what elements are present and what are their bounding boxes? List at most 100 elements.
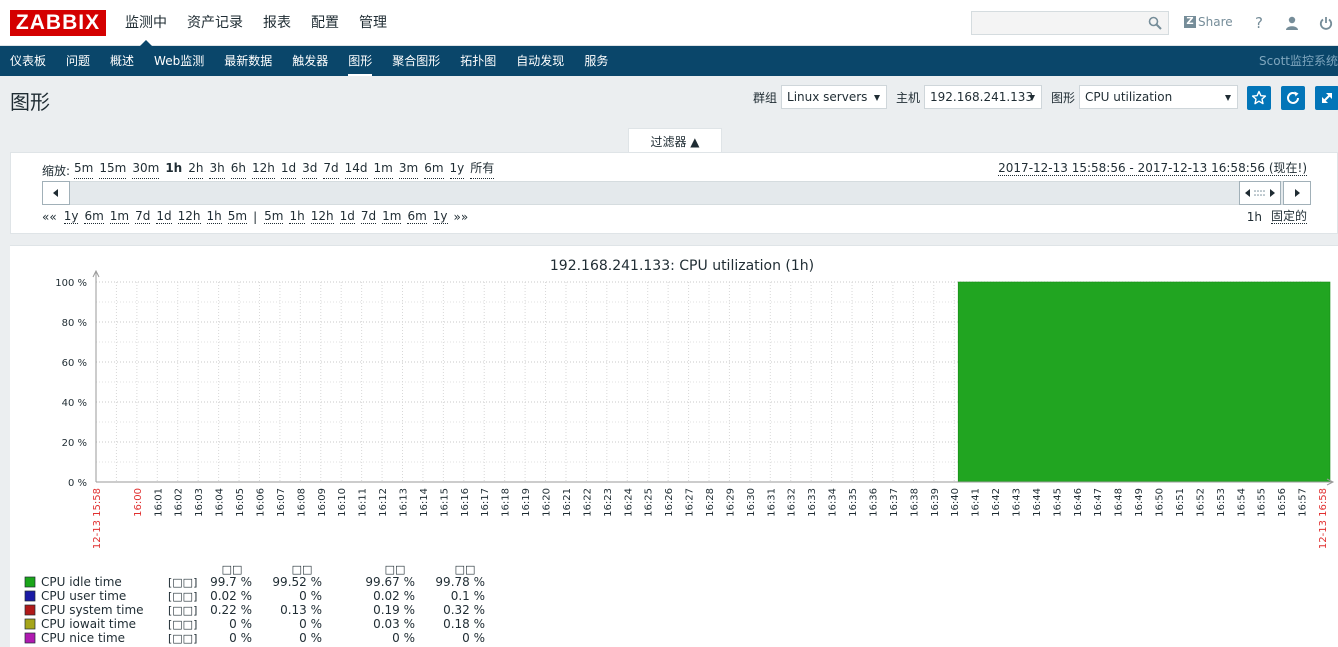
x-tick-label: 16:40	[950, 488, 961, 517]
power-icon[interactable]	[1316, 13, 1336, 33]
search-icon[interactable]	[1148, 16, 1162, 30]
top-nav-item[interactable]: 报表	[253, 0, 301, 46]
sub-nav-item[interactable]: 拓扑图	[450, 46, 506, 76]
group-select[interactable]: Linux servers	[781, 85, 888, 109]
back-link[interactable]: 6m	[84, 210, 104, 224]
sub-nav-item[interactable]: 服务	[574, 46, 618, 76]
legend-value: 0 %	[462, 631, 485, 645]
zoom-option[interactable]: 5m	[74, 162, 94, 179]
graph-select[interactable]: CPU utilization	[1079, 85, 1239, 109]
top-nav-item[interactable]: 管理	[349, 0, 397, 46]
x-tick-label: 12-13 16:58	[1318, 488, 1329, 549]
x-tick-label: 16:57	[1298, 488, 1309, 517]
back-link[interactable]: 1d	[156, 210, 172, 224]
chevron-down-icon	[1225, 95, 1232, 101]
zoom-option[interactable]: 7d	[323, 162, 339, 179]
y-tick-label: 100 %	[55, 278, 87, 289]
forward-arrows: »»	[453, 210, 469, 224]
group-value: Linux servers	[787, 90, 868, 104]
back-link[interactable]: 1h	[206, 210, 222, 224]
group-filter: 群组 Linux servers	[753, 85, 888, 109]
sub-nav-item[interactable]: 概述	[100, 46, 144, 76]
favourite-button[interactable]	[1247, 86, 1271, 110]
zoom-option[interactable]: 1d	[280, 162, 297, 179]
host-select[interactable]: 192.168.241.133	[924, 85, 1043, 109]
x-tick-label: 16:37	[889, 488, 900, 517]
back-link[interactable]: 1m	[109, 210, 130, 224]
forward-link[interactable]: 1m	[382, 210, 402, 224]
forward-link[interactable]: 1d	[339, 210, 355, 224]
zoom-option[interactable]: 3m	[398, 162, 419, 179]
forward-link[interactable]: 7d	[360, 210, 377, 224]
x-tick-label: 16:36	[868, 488, 879, 517]
x-tick-label: 16:32	[787, 488, 798, 517]
timeline-handle[interactable]	[1239, 181, 1281, 205]
share-button[interactable]: Z Share	[1184, 15, 1233, 29]
fullscreen-button[interactable]	[1315, 86, 1338, 110]
search-box	[971, 11, 1169, 35]
search-input[interactable]	[972, 12, 1142, 34]
top-nav-item[interactable]: 资产记录	[177, 0, 253, 46]
sub-nav-item[interactable]: 图形	[338, 46, 382, 76]
x-tick-label: 16:19	[521, 488, 532, 517]
zoom-option[interactable]: 12h	[251, 162, 275, 179]
legend-swatch	[24, 618, 36, 630]
zoom-option[interactable]: 2h	[188, 162, 204, 179]
forward-link[interactable]: 1h	[289, 210, 305, 224]
top-nav-item[interactable]: 监测中	[115, 0, 177, 47]
refresh-button[interactable]	[1281, 86, 1305, 110]
period-range[interactable]: 2017-12-13 15:58:56 - 2017-12-13 16:58:5…	[998, 162, 1307, 176]
sub-nav-item[interactable]: 触发器	[282, 46, 338, 76]
sub-nav-item[interactable]: 问题	[56, 46, 100, 76]
user-icon[interactable]	[1282, 13, 1302, 33]
scroll-right-button[interactable]	[1283, 181, 1311, 205]
filter-tab[interactable]: 过滤器 ▲	[628, 128, 722, 153]
legend-value: 0.13 %	[280, 603, 322, 617]
x-tick-label: 16:10	[337, 488, 348, 517]
zoom-option[interactable]: 6h	[230, 162, 246, 179]
scroll-left-button[interactable]	[42, 181, 70, 205]
legend-bracket: [□□]	[168, 576, 197, 589]
legend-value: 99.7 %	[210, 575, 252, 589]
back-link[interactable]: 5m	[227, 210, 248, 224]
back-link[interactable]: 12h	[177, 210, 201, 224]
x-tick-label: 16:47	[1093, 488, 1104, 517]
sub-nav-item[interactable]: 最新数据	[214, 46, 282, 76]
zoom-option[interactable]: 15m	[99, 162, 127, 179]
legend-value: 0.32 %	[443, 603, 485, 617]
forward-link[interactable]: 6m	[407, 210, 427, 224]
sub-nav-item[interactable]: 自动发现	[506, 46, 574, 76]
sub-nav-item[interactable]: Web监测	[144, 46, 214, 76]
legend-value: 0 %	[299, 631, 322, 645]
host-filter: 主机 192.168.241.133	[896, 85, 1043, 109]
forward-link[interactable]: 1y	[432, 210, 448, 224]
sub-nav-item[interactable]: 聚合图形	[382, 46, 450, 76]
group-label: 群组	[753, 90, 778, 105]
legend-swatch	[24, 604, 36, 616]
zoom-row: 缩放: 5m 15m 30m 1h 2h 3h 6h 12h 1d 3d 7d 14d 1m 3m 6m 1y…	[42, 162, 500, 179]
timeline-scrollbar[interactable]	[42, 181, 1311, 205]
forward-link[interactable]: 5m	[264, 210, 284, 224]
sub-nav-item[interactable]: 仪表板	[0, 46, 56, 76]
zoom-option[interactable]: 3d	[302, 162, 318, 179]
zoom-option[interactable]: 1m	[373, 162, 393, 179]
x-tick-label: 16:55	[1257, 488, 1268, 517]
back-link[interactable]: 1y	[63, 210, 79, 224]
zoom-option[interactable]: 6m	[424, 162, 444, 179]
zoom-option[interactable]: 1h	[165, 162, 182, 179]
legend-series-name: CPU idle time	[41, 575, 122, 589]
help-icon[interactable]: ?	[1249, 13, 1269, 33]
zoom-option[interactable]: 30m	[132, 162, 160, 179]
zabbix-logo[interactable]: ZABBIX	[10, 10, 106, 36]
fixed-toggle[interactable]: 固定的	[1270, 210, 1307, 224]
x-tick-label: 16:39	[930, 488, 941, 517]
zoom-option[interactable]: 所有	[470, 162, 495, 179]
back-link[interactable]: 7d	[135, 210, 151, 224]
top-nav-item[interactable]: 配置	[301, 0, 349, 46]
zoom-option[interactable]: 14d	[344, 162, 368, 179]
legend-swatch	[24, 576, 36, 588]
forward-link[interactable]: 12h	[310, 210, 334, 224]
zoom-option[interactable]: 1y	[449, 162, 465, 179]
zoom-option[interactable]: 3h	[209, 162, 225, 179]
legend-value: 0.18 %	[443, 617, 485, 631]
